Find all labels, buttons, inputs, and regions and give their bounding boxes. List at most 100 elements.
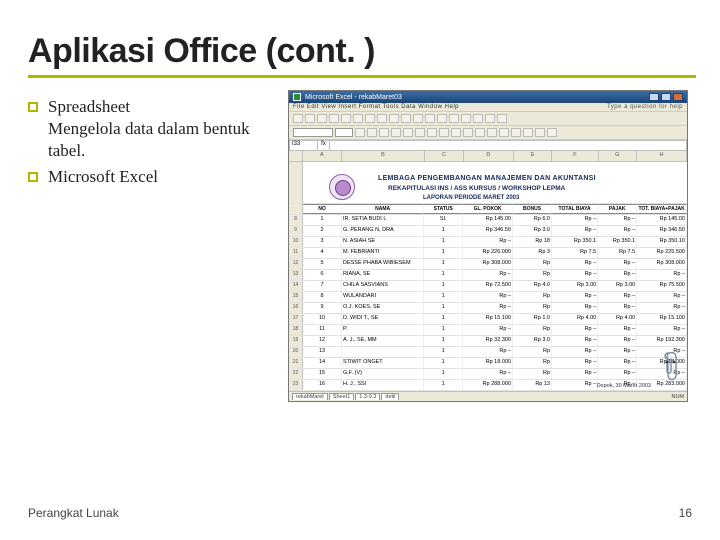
cell[interactable]: 1 (424, 325, 463, 335)
cell[interactable]: 1 (424, 281, 463, 291)
row-header[interactable]: 16 (289, 303, 303, 313)
cell[interactable]: 2 (303, 226, 342, 236)
cell[interactable]: Rp 3.0 (513, 226, 552, 236)
comma-icon[interactable] (463, 128, 473, 137)
table-row[interactable]: 92G. PERANG N, DRA1Rp 346.50Rp 3.0Rp –Rp… (289, 226, 687, 237)
cell[interactable]: 1 (424, 237, 463, 247)
cell[interactable]: 1 (303, 215, 342, 225)
sort-desc-icon[interactable] (461, 114, 471, 123)
minimize-button[interactable] (649, 93, 659, 101)
row-header[interactable]: 10 (289, 237, 303, 247)
cell[interactable]: 1 (424, 226, 463, 236)
cell[interactable]: P. (342, 325, 424, 335)
cell[interactable]: 6 (303, 270, 342, 280)
cell[interactable]: Rp 15.100 (463, 314, 513, 324)
cell[interactable]: Rp (513, 303, 552, 313)
cell[interactable]: Rp – (552, 358, 598, 368)
cell[interactable]: Rp 3.00 (552, 281, 598, 291)
chart-icon[interactable] (473, 114, 483, 123)
cell[interactable]: Rp 225.500 (637, 248, 687, 258)
col-header[interactable]: B (342, 151, 426, 161)
cell[interactable]: 1 (424, 303, 463, 313)
col-header[interactable]: H (637, 151, 687, 161)
table-row[interactable]: 20131Rp –RpRp –Rp –Rp – (289, 347, 687, 358)
col-header[interactable]: G (599, 151, 638, 161)
inc-decimal-icon[interactable] (475, 128, 485, 137)
cell[interactable]: Rp 6.0 (513, 215, 552, 225)
cell[interactable]: Rp 4.00 (598, 314, 637, 324)
cell[interactable]: RIANA, SE (342, 270, 424, 280)
open-icon[interactable] (305, 114, 315, 123)
menu-items[interactable]: File Edit View Insert Format Tools Data … (293, 104, 459, 110)
cell[interactable]: Rp – (637, 292, 687, 302)
spreadsheet-grid[interactable]: A B C D E F G H (289, 151, 687, 391)
row-header[interactable]: 8 (289, 215, 303, 225)
name-box[interactable]: I33 (290, 141, 318, 150)
align-center-icon[interactable] (403, 128, 413, 137)
format-toolbar[interactable] (289, 126, 687, 140)
grid-body[interactable]: LEMBAGA PENGEMBANGAN MANAJEMEN DAN AKUNT… (289, 162, 687, 391)
close-button[interactable] (673, 93, 683, 101)
cell[interactable]: Rp – (552, 226, 598, 236)
window-titlebar[interactable]: Microsoft Excel - rekabMaret03 (289, 91, 687, 103)
col-header[interactable]: A (303, 151, 342, 161)
cell[interactable]: 13 (303, 347, 342, 357)
dec-decimal-icon[interactable] (487, 128, 497, 137)
menu-bar[interactable]: File Edit View Insert Format Tools Data … (289, 103, 687, 112)
row-header[interactable]: 13 (289, 270, 303, 280)
help-hint[interactable]: Type a question for help (607, 104, 683, 110)
cell[interactable]: Rp 192.300 (637, 336, 687, 346)
font-size-select[interactable] (335, 128, 353, 137)
cell[interactable]: Rp (513, 292, 552, 302)
table-row[interactable]: 1710D. WIDI T., SE1Rp 15.100Rp 1.0Rp 4.0… (289, 314, 687, 325)
cell[interactable]: Rp – (637, 303, 687, 313)
cell[interactable]: CHILA SASVIANS (342, 281, 424, 291)
cell[interactable]: STIWIT ONGET (342, 358, 424, 368)
table-row[interactable]: 114M. FEBRIANTI1Rp 226.000Rp 3Rp 7.5Rp 7… (289, 248, 687, 259)
cell[interactable]: 1 (424, 292, 463, 302)
cell[interactable]: Rp 350.1 (552, 237, 598, 247)
sheet-tab[interactable]: Sheet1 (329, 393, 354, 400)
cell[interactable]: 3 (303, 237, 342, 247)
table-row[interactable]: 2114STIWIT ONGET1Rp 18.000RpRp –Rp –Rp 1… (289, 358, 687, 369)
cell[interactable]: 1 (424, 336, 463, 346)
cell[interactable]: Rp 4.00 (552, 314, 598, 324)
cell[interactable]: 1 (424, 314, 463, 324)
cell[interactable]: Rp 32.300 (463, 336, 513, 346)
cell[interactable]: Rp 75.500 (637, 281, 687, 291)
table-row[interactable]: 125DESSE PHABA WIBIESEM1Rp 308.000RpRp –… (289, 259, 687, 270)
cell[interactable]: Rp – (598, 215, 637, 225)
row-header[interactable] (289, 204, 303, 214)
cell[interactable]: Rp – (598, 336, 637, 346)
row-header[interactable] (289, 162, 303, 203)
cell[interactable]: Rp – (552, 369, 598, 379)
zoom-icon[interactable] (485, 114, 495, 123)
col-header[interactable]: E (514, 151, 553, 161)
row-header[interactable]: 9 (289, 226, 303, 236)
border-icon[interactable] (523, 128, 533, 137)
paste-icon[interactable] (389, 114, 399, 123)
cell[interactable]: Rp (513, 369, 552, 379)
cell[interactable]: Rp – (552, 336, 598, 346)
cell[interactable]: Rp 3 (513, 248, 552, 258)
cell[interactable]: Rp – (463, 369, 513, 379)
cell[interactable]: D. WIDI T., SE (342, 314, 424, 324)
row-header[interactable]: 11 (289, 248, 303, 258)
help-icon[interactable] (497, 114, 507, 123)
row-header[interactable]: 20 (289, 347, 303, 357)
indent-inc-icon[interactable] (511, 128, 521, 137)
new-icon[interactable] (293, 114, 303, 123)
cell[interactable]: Rp – (552, 325, 598, 335)
sheet-tab[interactable]: 1.3-9.3 (355, 393, 380, 400)
row-header[interactable]: 14 (289, 281, 303, 291)
maximize-button[interactable] (661, 93, 671, 101)
cell[interactable]: Rp 350.1 (598, 237, 637, 247)
italic-icon[interactable] (367, 128, 377, 137)
cell[interactable]: Rp – (598, 259, 637, 269)
fill-color-icon[interactable] (535, 128, 545, 137)
cell[interactable]: Rp 7.5 (552, 248, 598, 258)
cell[interactable]: 4 (303, 248, 342, 258)
cell[interactable]: 15 (303, 369, 342, 379)
cut-icon[interactable] (365, 114, 375, 123)
table-row[interactable]: 136RIANA, SE1Rp –RpRp –Rp –Rp – (289, 270, 687, 281)
